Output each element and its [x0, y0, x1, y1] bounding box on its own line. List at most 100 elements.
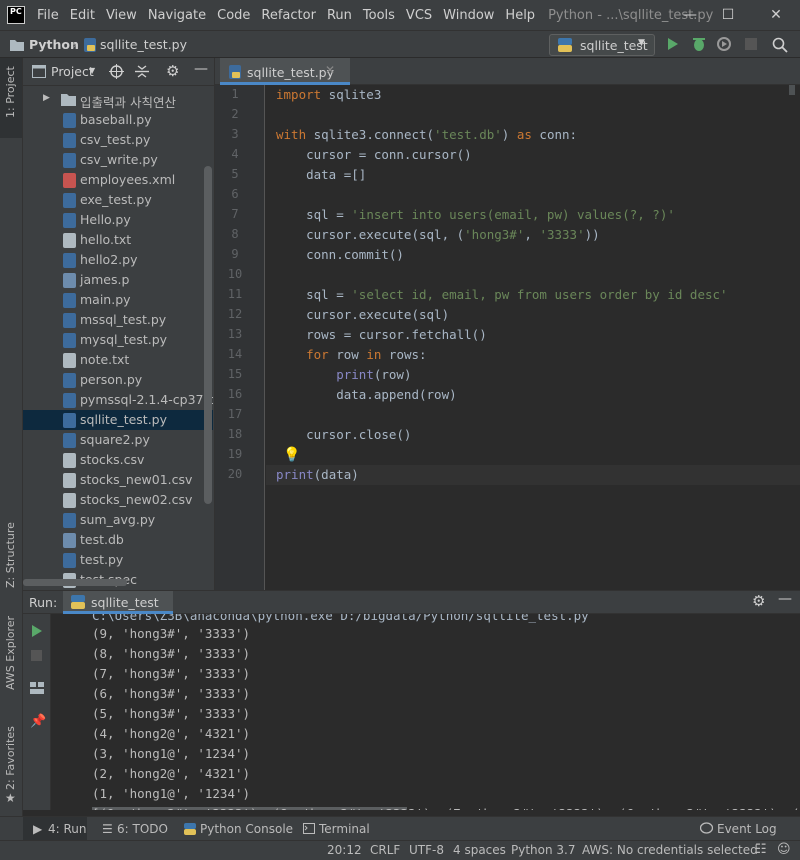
tree-file-row[interactable]: csv_test.py — [23, 130, 213, 150]
stop-icon[interactable] — [745, 38, 757, 50]
tree-file-row[interactable]: employees.xml — [23, 170, 213, 190]
tree-file-row[interactable]: hello2.py — [23, 250, 213, 270]
tree-file-row[interactable]: main.py — [23, 290, 213, 310]
indent-setting[interactable]: 4 spaces — [453, 843, 506, 857]
favorites-star-icon[interactable]: ★ — [5, 791, 16, 805]
tree-file-row[interactable]: stocks.csv — [23, 450, 213, 470]
debug-icon[interactable] — [691, 36, 707, 52]
run-panel-header: Run: sqllite_test ⚙ — — [23, 590, 800, 614]
tab-project[interactable]: 1: Project — [4, 66, 17, 118]
code-editor[interactable]: 💡 import sqlite3 with sqlite3.connect('te… — [266, 85, 800, 590]
project-view-dropdown-icon[interactable]: ▼ — [89, 66, 95, 75]
tree-file-row[interactable]: hello.txt — [23, 230, 213, 250]
tree-file-row[interactable]: note.txt — [23, 350, 213, 370]
tree-file-row[interactable]: sum_avg.py — [23, 510, 213, 530]
line-number: 12 — [227, 307, 243, 321]
chevron-right-icon[interactable]: ▶ — [43, 93, 50, 103]
breadcrumb-file[interactable]: sqllite_test.py — [100, 37, 187, 52]
code-token: print — [276, 467, 314, 482]
line-number: 1 — [231, 87, 239, 101]
pin-icon[interactable]: 📌 — [30, 714, 46, 729]
menu-vcs[interactable]: VCS — [406, 8, 432, 23]
project-view-title[interactable]: Project — [51, 64, 94, 79]
restore-layout-icon[interactable] — [30, 682, 44, 694]
tree-file-row[interactable]: james.p — [23, 270, 213, 290]
code-token: 'hong3#' — [464, 227, 525, 242]
tree-file-row[interactable]: test.py — [23, 550, 213, 570]
menu-window[interactable]: Window — [443, 8, 494, 23]
tree-file-row[interactable]: sqllite_test.py — [23, 410, 213, 430]
gear-icon[interactable]: ⚙ — [166, 62, 179, 80]
tree-file-row[interactable]: baseball.py — [23, 110, 213, 130]
tree-file-row[interactable]: csv_write.py — [23, 150, 213, 170]
caret-position[interactable]: 20:12 — [327, 843, 362, 857]
tree-file-row[interactable]: mssql_test.py — [23, 310, 213, 330]
run-icon[interactable] — [667, 37, 679, 51]
tree-file-row[interactable]: test.db — [23, 530, 213, 550]
tab-terminal[interactable]: Terminal — [319, 822, 370, 836]
console-output-line: (7, 'hong3#', '3333') — [92, 666, 251, 681]
menu-code[interactable]: Code — [217, 8, 250, 23]
run-tab[interactable]: sqllite_test — [63, 591, 173, 614]
menu-file[interactable]: File — [37, 8, 59, 23]
menu-view[interactable]: View — [106, 8, 137, 23]
project-vertical-scrollbar[interactable] — [204, 166, 212, 504]
intention-bulb-icon[interactable]: 💡 — [283, 447, 300, 463]
tree-file-row[interactable]: person.py — [23, 370, 213, 390]
close-tab-icon[interactable]: ✕ — [325, 63, 335, 77]
search-everywhere-icon[interactable] — [772, 37, 788, 53]
menu-run[interactable]: Run — [327, 8, 352, 23]
line-number: 8 — [231, 227, 239, 241]
tab-run[interactable]: 4: Run — [48, 822, 87, 836]
tree-file-row[interactable]: exe_test.py — [23, 190, 213, 210]
rerun-icon[interactable] — [31, 624, 43, 638]
bottom-tool-tabs: ▶ 4: Run ☰ 6: TODO Python Console Termin… — [0, 816, 800, 840]
stop-icon[interactable] — [31, 650, 42, 661]
maximize-icon[interactable]: ☐ — [718, 5, 738, 25]
tab-aws-explorer[interactable]: AWS Explorer — [4, 616, 17, 690]
interpreter-status[interactable]: Python 3.7 — [511, 843, 576, 857]
menu-navigate[interactable]: Navigate — [148, 8, 206, 23]
close-icon[interactable]: ✕ — [766, 5, 786, 25]
gear-icon[interactable]: ⚙ — [752, 592, 765, 610]
menu-help[interactable]: Help — [505, 8, 535, 23]
editor-scrollbar[interactable] — [787, 85, 797, 545]
code-token: as — [516, 127, 532, 142]
line-number: 15 — [227, 367, 243, 381]
run-console-output[interactable]: C:\Users\Z3B\anaconda\python.exe D:/bigd… — [51, 614, 800, 810]
menu-tools[interactable]: Tools — [363, 8, 395, 23]
tab-todo[interactable]: 6: TODO — [117, 822, 168, 836]
tab-favorites[interactable]: 2: Favorites — [4, 726, 17, 790]
xml-file-icon — [63, 173, 76, 188]
file-encoding[interactable]: UTF-8 — [409, 843, 444, 857]
run-configuration-select[interactable]: sqllite_test ▼ — [549, 34, 655, 56]
tab-event-log[interactable]: Event Log — [717, 822, 777, 836]
code-token: data.append(row) — [276, 387, 457, 402]
tree-file-row[interactable]: pymssql-2.1.4-cp37-cp3 — [23, 390, 213, 410]
tree-file-row[interactable]: Hello.py — [23, 210, 213, 230]
line-separator[interactable]: CRLF — [370, 843, 400, 857]
notifications-icon[interactable]: ☺ — [777, 842, 791, 857]
menu-refactor[interactable]: Refactor — [261, 8, 316, 23]
tree-file-row[interactable]: mysql_test.py — [23, 330, 213, 350]
tab-structure[interactable]: Z: Structure — [4, 522, 17, 588]
tree-folder-row[interactable]: ▶ 입출력과 사칙연산 — [23, 90, 213, 110]
code-token: rows = cursor.fetchall() — [276, 327, 487, 342]
hide-panel-icon[interactable]: — — [778, 591, 792, 607]
minimize-icon[interactable]: — — [680, 5, 700, 25]
collapse-all-icon[interactable] — [135, 64, 149, 79]
lock-icon[interactable]: ☷ — [755, 842, 767, 857]
locate-file-icon[interactable] — [109, 64, 124, 79]
tree-file-row[interactable]: square2.py — [23, 430, 213, 450]
hide-panel-icon[interactable]: — — [194, 61, 208, 77]
tab-sqllite-test[interactable]: sqllite_test.py ✕ — [220, 58, 350, 85]
project-horizontal-scrollbar[interactable] — [23, 579, 127, 586]
aws-credentials-status[interactable]: AWS: No credentials selected — [582, 843, 758, 857]
tree-file-row[interactable]: stocks_new01.csv — [23, 470, 213, 490]
menu-edit[interactable]: Edit — [70, 8, 95, 23]
coverage-icon[interactable] — [716, 36, 732, 52]
tab-python-console[interactable]: Python Console — [200, 822, 293, 836]
line-number: 20 — [227, 467, 243, 481]
tree-file-row[interactable]: stocks_new02.csv — [23, 490, 213, 510]
unknown-file-icon — [63, 533, 76, 548]
